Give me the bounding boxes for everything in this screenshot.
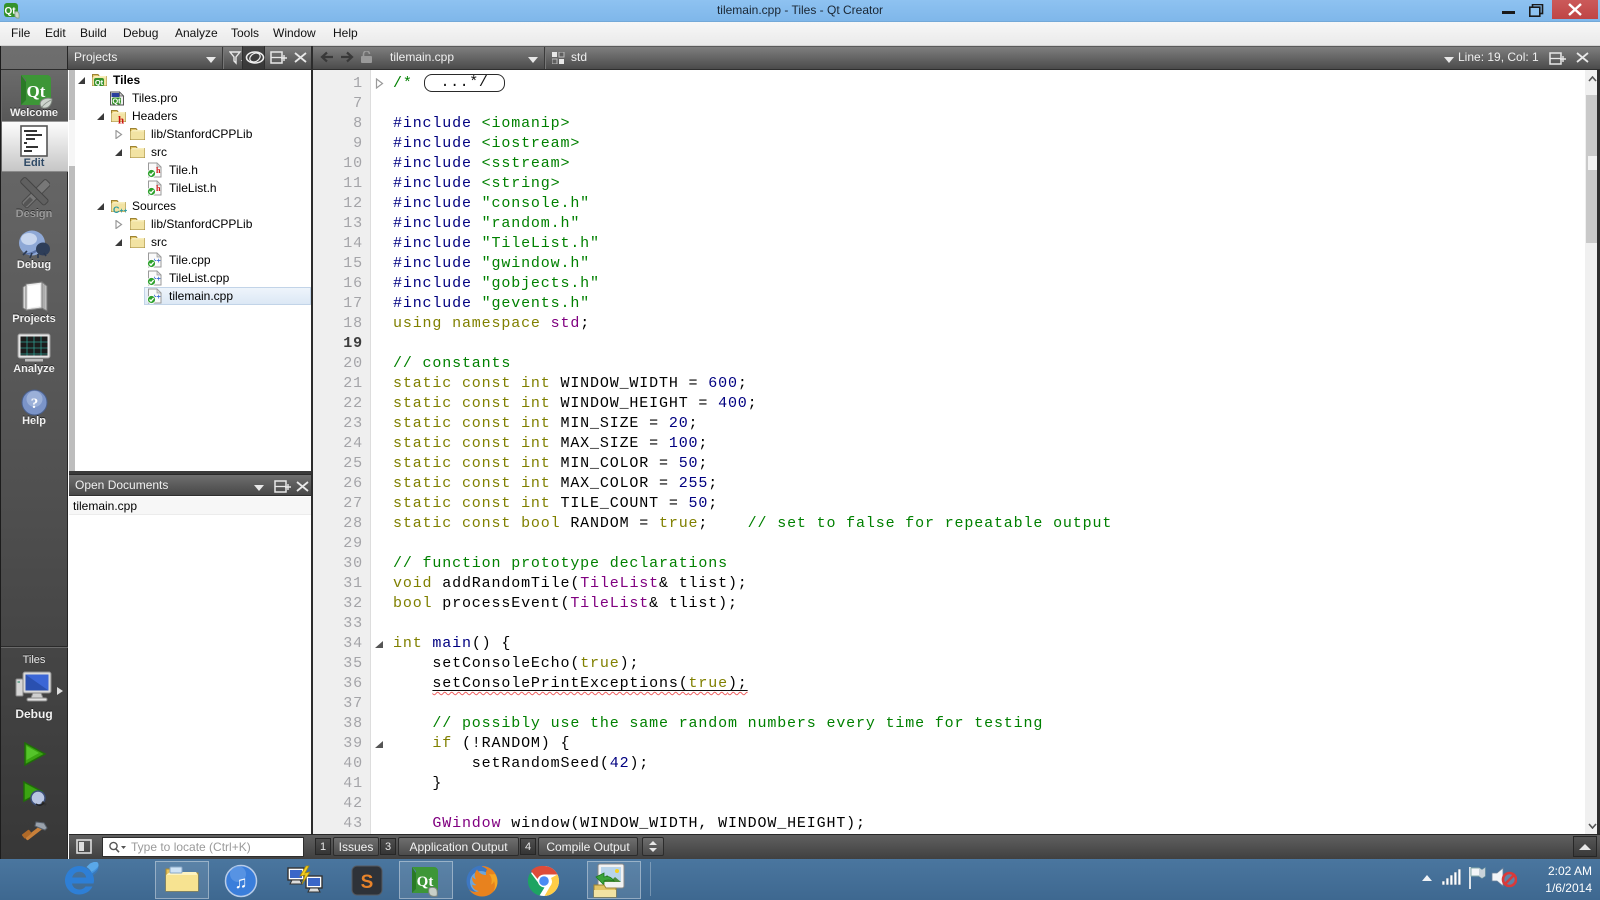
svg-text:h: h — [118, 115, 124, 125]
svg-text:h: h — [156, 184, 161, 193]
svg-text:S: S — [361, 872, 374, 893]
svg-text:Qt: Qt — [112, 97, 121, 106]
svg-text:Qt: Qt — [27, 82, 46, 101]
svg-text:?: ? — [31, 396, 39, 412]
svg-text:Qt: Qt — [95, 78, 104, 87]
svg-text:h: h — [156, 166, 161, 175]
svg-text:♫: ♫ — [235, 873, 248, 892]
